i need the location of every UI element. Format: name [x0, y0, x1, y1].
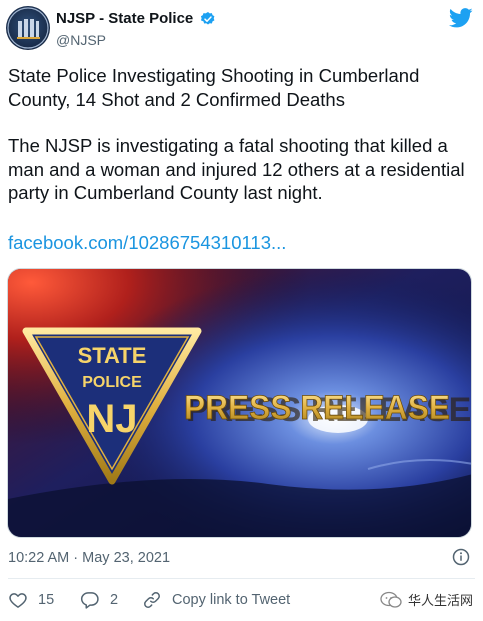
divider — [8, 578, 475, 579]
tweet-timestamp[interactable]: 10:22 AM · May 23, 2021 — [8, 550, 170, 566]
author-handle[interactable]: @NJSP — [56, 32, 106, 48]
watermark: 华人生活网 — [380, 590, 473, 609]
badge-police-label: POLICE — [82, 374, 142, 391]
press-release-image[interactable]: STATE POLICE NJ PRESS RELEASE PRESS RELE… — [7, 268, 472, 538]
tweet-link[interactable]: facebook.com/10286754310113... — [8, 232, 286, 254]
reply-count: 2 — [110, 592, 119, 608]
author-name[interactable]: NJSP - State Police — [56, 10, 193, 27]
twitter-bird-icon[interactable] — [449, 8, 473, 28]
press-release-banner: PRESS RELEASE — [184, 389, 450, 427]
tweet-body: The NJSP is investigating a fatal shooti… — [8, 135, 465, 203]
avatar[interactable] — [6, 6, 50, 50]
copy-link-label: Copy link to Tweet — [172, 592, 291, 608]
like-button[interactable]: 15 — [8, 588, 54, 612]
tweet-headline: State Police Investigating Shooting in C… — [8, 65, 420, 110]
tweet-text: State Police Investigating Shooting in C… — [8, 64, 478, 205]
link-icon — [144, 592, 160, 608]
reply-button[interactable]: 2 — [80, 588, 118, 612]
njsp-seal-icon — [7, 7, 49, 49]
badge-state-label: STATE — [78, 343, 147, 368]
reply-bubble-icon — [80, 592, 99, 609]
tweet-header: NJSP - State Police @NJSP — [0, 0, 483, 62]
copy-link-button[interactable]: Copy link to Tweet — [142, 588, 290, 612]
like-count: 15 — [38, 592, 55, 608]
verified-badge-icon — [200, 12, 215, 25]
wechat-icon — [380, 591, 402, 608]
info-icon[interactable] — [452, 548, 470, 566]
press-release-graphic: STATE POLICE NJ PRESS RELEASE PRESS RELE… — [8, 269, 471, 537]
heart-icon — [9, 593, 27, 608]
watermark-text: 华人生活网 — [407, 593, 473, 608]
badge-nj-label: NJ — [86, 397, 137, 441]
